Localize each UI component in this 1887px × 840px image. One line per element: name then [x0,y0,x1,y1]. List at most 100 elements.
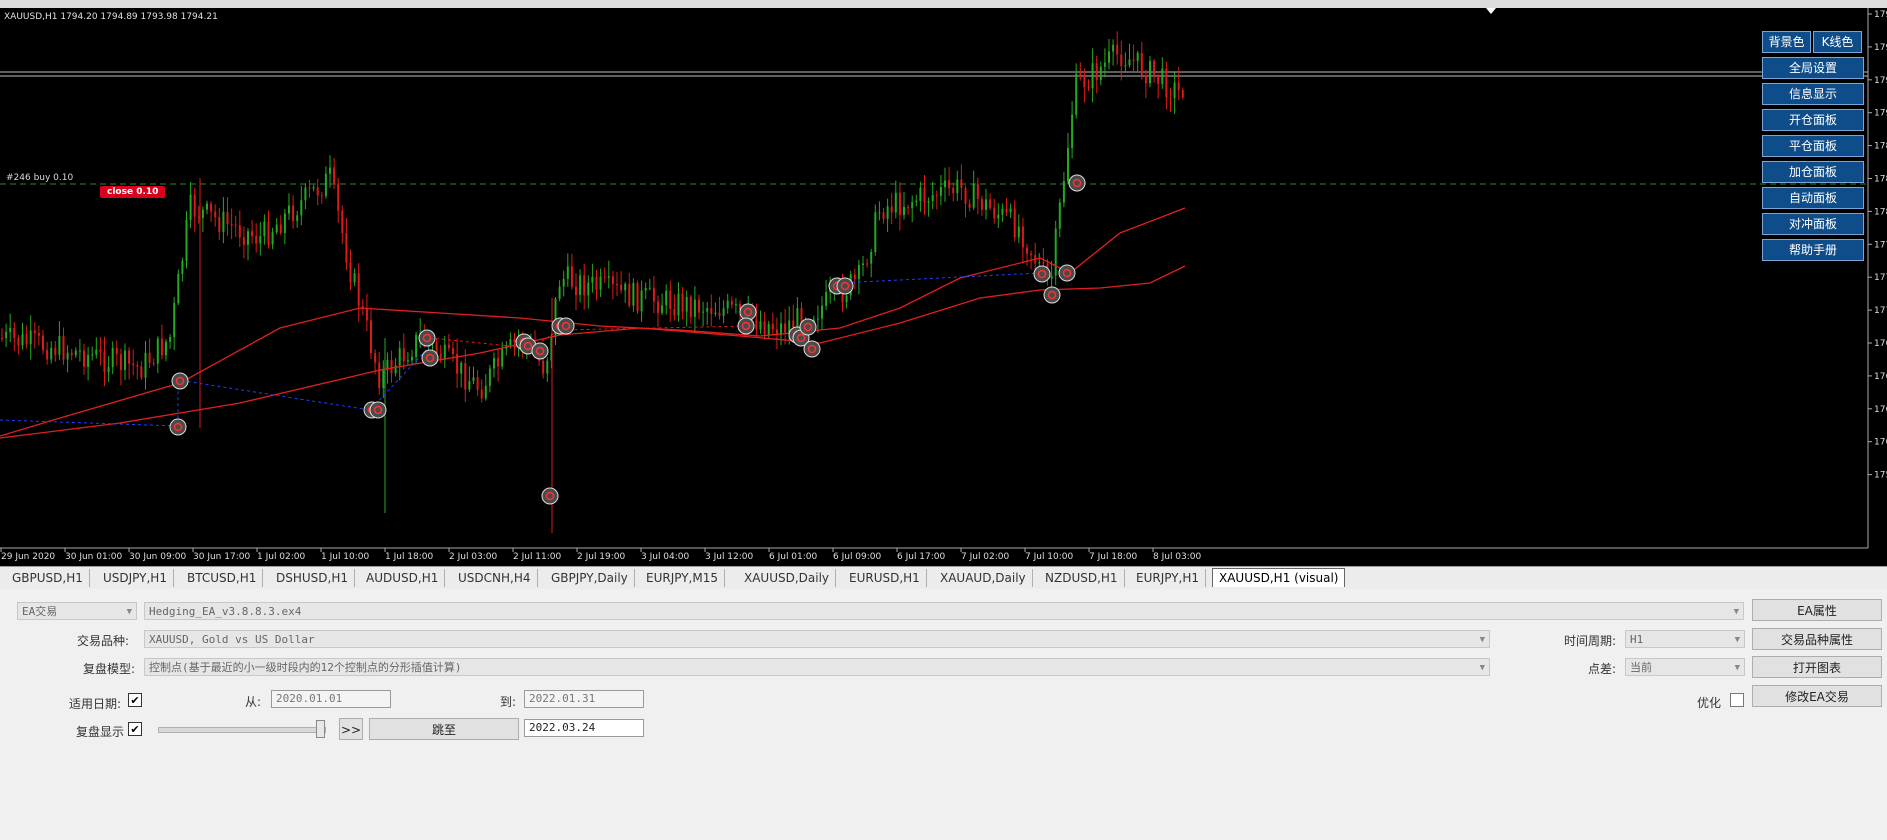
speed-slider-track[interactable] [158,727,326,733]
close-position-button[interactable]: close 0.10 [100,186,166,198]
model-select-value: 控制点(基于最近的小一级时段内的12个控制点的分形插值计算) [149,661,462,674]
candle-body [1021,226,1024,248]
candle-body [173,303,176,338]
candle-body [283,213,286,234]
skip-button[interactable]: >> [339,718,363,740]
candle-body [337,183,340,211]
mode-select-value: EA交易 [22,605,58,618]
model-select[interactable]: 控制点(基于最近的小一级时段内的12个控制点的分形插值计算) ▼ [144,658,1490,676]
global-settings-button[interactable]: 全局设置 [1762,57,1864,79]
tab-audusd-h1[interactable]: AUDUSD,H1 [360,569,446,587]
candle-body [1091,63,1094,89]
open-chart-button[interactable]: 打开图表 [1752,656,1882,678]
tab-usdcnh-h4[interactable]: USDCNH,H4 [452,569,538,587]
trade-marker-icon [1068,174,1086,192]
candle-body [398,348,401,366]
candle-body [329,167,331,174]
candle-body [103,351,106,373]
x-tick-label: 30 Jun 01:00 [65,552,122,562]
candle-body [997,214,1000,219]
tab-xauusd-h1-visual[interactable]: XAUUSD,H1 (visual) [1212,568,1346,587]
jump-date-field[interactable]: 2022.03.24 [524,719,644,737]
tab-btcusd-h1[interactable]: BTCUSD,H1 [181,569,264,587]
add-panel-button[interactable]: 加仓面板 [1762,161,1864,183]
candle-body [886,206,889,219]
candle-body [349,262,352,283]
symbol-properties-button[interactable]: 交易品种属性 [1752,628,1882,650]
open-panel-button[interactable]: 开仓面板 [1762,109,1864,131]
hedge-panel-button[interactable]: 对冲面板 [1762,213,1864,235]
info-display-button[interactable]: 信息显示 [1762,83,1864,105]
shift-marker-icon [1486,8,1496,14]
y-tick-label: 177 [1874,273,1887,283]
background-color-button[interactable]: 背景色 [1762,31,1811,53]
y-tick-label: 178 [1874,207,1887,217]
candle-body [866,263,869,265]
to-date-field[interactable]: 2022.01.31 [524,690,644,708]
close-panel-button[interactable]: 平仓面板 [1762,135,1864,157]
x-tick-label: 8 Jul 03:00 [1153,552,1202,562]
candle-body [1095,63,1098,81]
trade-marker-icon [1033,265,1051,283]
candle-body [66,352,69,360]
candle-body [230,224,233,226]
tab-usdjpy-h1[interactable]: USDJPY,H1 [97,569,174,587]
optimize-checkbox[interactable] [1730,693,1744,707]
speed-slider-thumb[interactable] [316,720,325,738]
mode-select[interactable]: EA交易 ▼ [17,602,137,620]
candle-body [652,287,655,302]
x-tick-label: 1 Jul 02:00 [257,552,306,562]
tab-eurusd-h1[interactable]: EURUSD,H1 [843,569,927,587]
tab-gbpjpy-daily[interactable]: GBPJPY,Daily [545,569,635,587]
tab-gbpusd-h1[interactable]: GBPUSD,H1 [6,569,90,587]
candle-body [91,354,94,356]
auto-panel-button[interactable]: 自动面板 [1762,187,1864,209]
modify-ea-button[interactable]: 修改EA交易 [1752,685,1882,707]
jump-button[interactable]: 跳至 [369,718,519,740]
tab-dshusd-h1[interactable]: DSHUSD,H1 [270,569,355,587]
from-date-field[interactable]: 2020.01.01 [271,690,391,708]
spread-select[interactable]: 当前 ▼ [1625,658,1745,676]
tab-eurjpy-m15[interactable]: EURJPY,M15 [640,569,725,587]
tab-xauaud-daily[interactable]: XAUAUD,Daily [934,569,1033,587]
candle-body [402,348,405,362]
period-select[interactable]: H1 ▼ [1625,630,1745,648]
candle-body [468,381,471,390]
tab-xauusd-daily[interactable]: XAUUSD,Daily [738,569,837,587]
visual-checkbox[interactable]: ✔ [128,722,142,736]
trade-marker-icon [836,277,854,295]
x-tick-label: 1 Jul 18:00 [385,552,434,562]
symbol-select-value: XAUUSD, Gold vs US Dollar [149,633,315,646]
candle-body [939,186,942,196]
candle-body [415,334,418,357]
y-tick-label: 176 [1874,372,1887,382]
chevron-down-icon: ▼ [1734,635,1740,645]
symbol-select[interactable]: XAUUSD, Gold vs US Dollar ▼ [144,630,1490,648]
candle-body [9,327,12,332]
y-tick-label: 179 [1874,109,1887,119]
candle-body [1128,59,1131,66]
candle-body [1157,76,1160,84]
y-tick-label: 176 [1874,405,1887,415]
ea-properties-button[interactable]: EA属性 [1752,599,1882,621]
help-manual-button[interactable]: 帮助手册 [1762,239,1864,261]
candle-body [599,276,602,290]
candle-body [1108,51,1110,63]
trade-marker-icon [1043,286,1061,304]
chevron-down-icon: ▼ [1479,663,1485,673]
candle-body [669,290,672,310]
tab-nzdusd-h1[interactable]: NZDUSD,H1 [1039,569,1125,587]
candle-body [33,330,36,334]
use-date-checkbox[interactable]: ✔ [128,693,142,707]
candle-body [1058,202,1061,229]
candle-body [95,349,98,355]
candle-body [706,308,709,312]
candle-body [37,333,40,336]
expert-select[interactable]: Hedging_EA_v3.8.8.3.ex4 ▼ [144,602,1744,620]
price-chart[interactable]: 179 179 179 179 178 178 178 177 177 177 176 176 176 1… [0,8,1887,566]
optimize-label: 优化 [1697,696,1722,710]
candle-body [1149,60,1151,84]
tab-eurjpy-h1[interactable]: EURJPY,H1 [1130,569,1207,587]
candle-color-button[interactable]: K线色 [1813,31,1862,53]
candle-body [439,353,442,360]
